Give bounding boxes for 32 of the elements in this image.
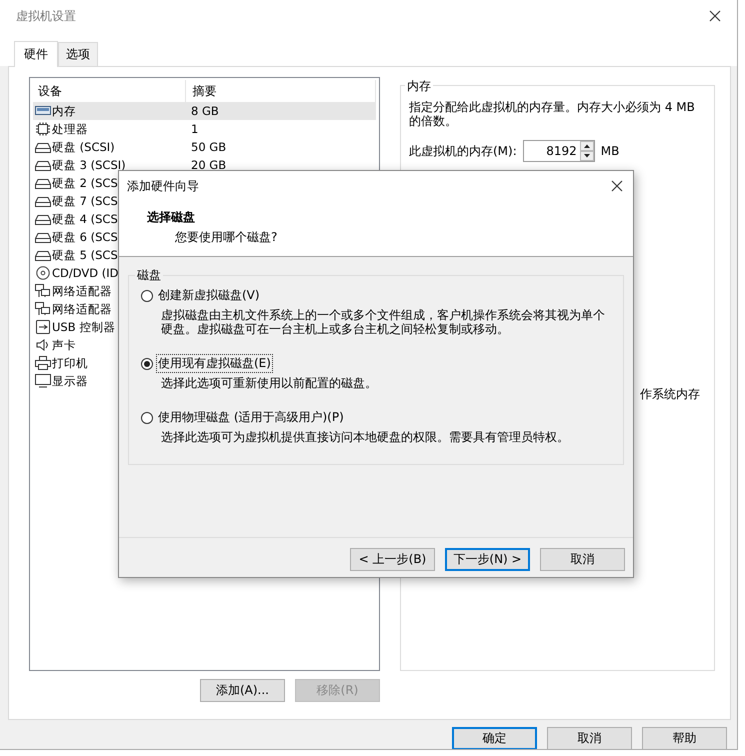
device-name: 显示器: [52, 374, 88, 388]
device-summary: 50 GB: [190, 140, 226, 154]
device-name: 处理器: [52, 122, 88, 136]
device-summary: 8 GB: [190, 104, 219, 118]
device-name: USB 控制器: [52, 320, 116, 334]
device-name: 硬盘 4 (SCS: [52, 212, 118, 226]
device-name: 网络适配器: [52, 284, 112, 298]
unit-label: MB: [600, 144, 620, 158]
dialog-title: 添加硬件向导: [127, 178, 199, 194]
option-description: 选择此选项可为虚拟机提供直接访问本地硬盘的权限。需要具有管理员特权。: [161, 430, 570, 444]
memory-note: 作系统内存: [640, 386, 700, 403]
device-name: 硬盘 5 (SCS: [52, 248, 118, 262]
device-name: CD/DVD (ID: [52, 266, 119, 280]
device-name: 硬盘 (SCSI): [52, 140, 115, 154]
window-title: 虚拟机设置: [16, 8, 76, 24]
device-name: 硬盘 2 (SCS: [52, 176, 118, 190]
group-title: 磁盘: [136, 267, 162, 284]
device-name: 硬盘 6 (SCS: [52, 230, 118, 244]
memory-label: 此虚拟机的内存(M):: [409, 142, 517, 160]
device-name: 网络适配器: [52, 302, 112, 316]
option-description: 选择此选项可重新使用以前配置的磁盘。: [161, 376, 378, 390]
step-heading: 选择磁盘: [147, 209, 196, 226]
device-name: 硬盘 3 (SCSI): [52, 158, 126, 172]
device-name: 声卡: [52, 338, 76, 352]
device-name: 打印机: [52, 356, 88, 370]
step-subheading: 您要使用哪个磁盘?: [174, 229, 278, 246]
device-name: 硬盘 7 (SCS: [52, 194, 118, 208]
option-description: 虚拟磁盘由主机文件系统上的一个或多个文件组成，客户机操作系统会将其视为单个硬盘。虚拟磁盘可在一台主机上或多台主机之间轻松复制或移动。: [161, 308, 606, 336]
device-summary: 1: [190, 122, 198, 136]
memory-description: 指定分配给此虚拟机的内存量。内存大小必须为 4 MB 的倍数。: [409, 100, 696, 128]
device-summary: 20 GB: [190, 158, 226, 172]
device-name: 内存: [52, 104, 76, 118]
